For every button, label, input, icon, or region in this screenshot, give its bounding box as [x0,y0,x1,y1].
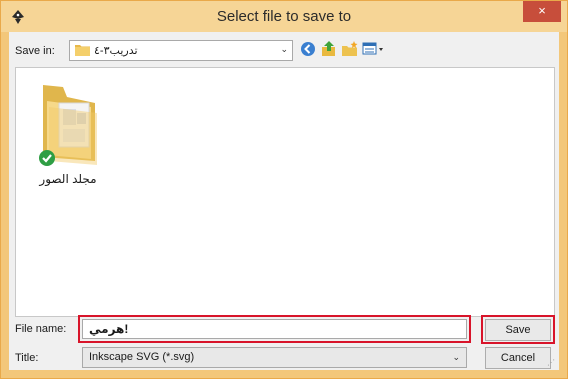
folder-icon [75,45,90,56]
chevron-down-icon: ⌄ [280,44,288,54]
file-name-label: File name: [15,323,67,335]
file-name-highlight [78,315,471,343]
file-type-label: Title: [15,352,39,364]
save-in-label: Save in: [15,45,55,57]
save-in-dropdown[interactable]: تدريب٣-٤ ⌄ [69,40,293,61]
synced-check-icon [39,150,55,166]
new-folder-icon[interactable] [341,40,359,58]
view-menu-icon[interactable] [362,40,386,58]
cancel-button[interactable]: Cancel [485,347,551,369]
file-type-value: Inkscape SVG (*.svg) [89,351,195,363]
back-icon[interactable] [299,40,317,58]
save-dialog: Select file to save to × Save in: تدريب٣… [0,0,568,379]
resize-grip[interactable]: ⋰ [547,358,555,367]
chevron-down-icon: ⌄ [452,352,460,362]
close-button[interactable]: × [523,1,561,22]
title-bar: Select file to save to × [1,1,567,32]
file-list[interactable]: مجلد الصور [15,67,555,317]
dialog-body: Save in: تدريب٣-٤ ⌄ مجلد الصور File name… [9,32,559,370]
up-folder-icon[interactable] [320,40,338,58]
file-type-dropdown[interactable]: Inkscape SVG (*.svg) ⌄ [82,347,467,368]
window-title: Select file to save to [216,8,352,25]
save-button-highlight [481,315,555,344]
list-item-pictures-folder[interactable]: مجلد الصور [23,73,113,186]
list-item-label: مجلد الصور [39,172,97,186]
save-in-value: تدريب٣-٤ [94,45,138,57]
